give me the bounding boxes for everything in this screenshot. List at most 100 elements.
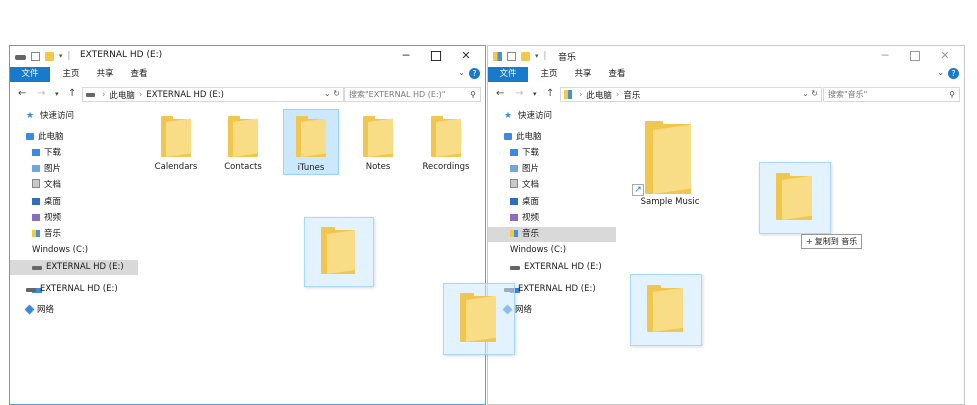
drive-icon <box>32 266 42 270</box>
maximize-button[interactable] <box>900 46 930 66</box>
folder-item-calendars[interactable]: Calendars <box>148 109 204 175</box>
nav-item-downloads[interactable]: 下载 <box>10 146 138 161</box>
breadcrumb-this-pc[interactable]: 此电脑 <box>109 89 135 101</box>
nav-item-label: 视频 <box>522 213 540 223</box>
tab-home[interactable]: 主页 <box>536 67 562 82</box>
forward-arrow-icon[interactable]: → <box>515 88 523 99</box>
close-button[interactable]: ✕ <box>451 46 481 66</box>
customize-toolbar-icon[interactable]: ▾ <box>535 52 539 61</box>
nav-item-label: 桌面 <box>44 197 62 207</box>
close-button[interactable]: ✕ <box>930 46 960 66</box>
nav-item-label: 下载 <box>522 148 540 158</box>
folder-item-itunes[interactable]: iTunes <box>283 109 339 175</box>
nav-item-windows-c[interactable]: Windows (C:) <box>488 243 616 293</box>
nav-item-quick-access[interactable]: ★ 快速访问 <box>488 109 616 124</box>
tab-home[interactable]: 主页 <box>58 67 84 82</box>
help-icon[interactable]: ? <box>469 68 480 79</box>
tab-share[interactable]: 共享 <box>92 67 118 82</box>
tab-share[interactable]: 共享 <box>570 67 596 82</box>
nav-item-videos[interactable]: 视频 <box>10 211 138 226</box>
file-list[interactable]: Calendars Contacts iTunes Notes Recordin… <box>138 109 485 404</box>
documents-icon <box>510 179 518 188</box>
search-input[interactable]: 搜索"EXTERNAL HD (E:)" ⚲ <box>344 87 481 102</box>
customize-toolbar-icon[interactable]: ▾ <box>59 52 63 61</box>
pictures-icon <box>32 165 40 172</box>
drag-ghost-folder <box>630 274 702 346</box>
search-placeholder: 搜索"音乐" <box>828 90 868 99</box>
properties-icon[interactable] <box>507 51 516 61</box>
minimize-button[interactable]: ─ <box>391 46 421 66</box>
folder-icon <box>363 116 393 157</box>
nav-item-documents[interactable]: 文档 <box>10 178 138 193</box>
title-bar[interactable]: ▾ | EXTERNAL HD (E:) ─ ✕ <box>10 46 485 66</box>
drive-icon <box>86 92 95 97</box>
up-arrow-icon[interactable]: ↑ <box>68 88 76 99</box>
help-icon[interactable]: ? <box>948 68 959 79</box>
folder-item-sample-music[interactable]: ↗ Sample Music <box>630 119 710 209</box>
search-input[interactable]: 搜索"音乐" ⚲ <box>823 87 960 102</box>
properties-icon[interactable] <box>31 51 40 61</box>
forward-arrow-icon[interactable]: → <box>37 88 45 99</box>
up-arrow-icon[interactable]: ↑ <box>546 88 554 99</box>
nav-item-label: 网络 <box>37 305 55 315</box>
file-list[interactable]: ↗ Sample Music + 复制到 音乐 <box>616 109 964 404</box>
tab-view[interactable]: 查看 <box>604 67 630 82</box>
nav-item-network[interactable]: 网络 <box>10 303 138 318</box>
explorer-window-music[interactable]: ▾ | 音乐 ─ ✕ 文件 主页 共享 查看 ⌄ ? ← → ▾ ↑ › 此电脑… <box>487 45 965 405</box>
address-bar[interactable]: › 此电脑 › EXTERNAL HD (E:) ⌄ ↻ <box>82 87 344 102</box>
nav-item-downloads[interactable]: 下载 <box>488 146 616 161</box>
breadcrumb-separator: › <box>579 89 583 100</box>
nav-item-music[interactable]: 音乐 <box>10 227 138 242</box>
breadcrumb-current[interactable]: EXTERNAL HD (E:) <box>146 90 224 100</box>
nav-item-windows-c[interactable]: Windows (C:) <box>10 243 138 293</box>
new-folder-icon[interactable] <box>521 51 530 61</box>
search-icon[interactable]: ⚲ <box>949 88 955 101</box>
nav-item-label: 下载 <box>44 148 62 158</box>
nav-item-pictures[interactable]: 图片 <box>10 162 138 177</box>
nav-item-quick-access[interactable]: ★ 快速访问 <box>10 109 138 124</box>
drag-tooltip-text: 复制到 音乐 <box>814 237 858 246</box>
breadcrumb-this-pc[interactable]: 此电脑 <box>586 89 612 101</box>
nav-item-external-hd[interactable]: EXTERNAL HD (E:) <box>10 260 138 275</box>
nav-item-documents[interactable]: 文档 <box>488 178 616 193</box>
recent-locations-icon[interactable]: ▾ <box>55 90 59 98</box>
nav-item-label: Windows (C:) <box>32 245 89 255</box>
nav-item-external-hd[interactable]: EXTERNAL HD (E:) <box>488 260 616 275</box>
maximize-button[interactable] <box>421 46 451 66</box>
expand-ribbon-icon[interactable]: ⌄ <box>458 68 465 79</box>
tab-file[interactable]: 文件 <box>10 67 50 82</box>
quick-access-toolbar: ▾ | <box>493 51 546 61</box>
back-arrow-icon[interactable]: ← <box>496 88 504 99</box>
nav-item-desktop[interactable]: 桌面 <box>488 195 616 210</box>
ribbon-tabs: 文件 主页 共享 查看 ⌄ ? <box>10 66 485 83</box>
nav-item-videos[interactable]: 视频 <box>488 211 616 226</box>
drag-copy-tooltip: + 复制到 音乐 <box>801 234 863 249</box>
new-folder-icon[interactable] <box>45 51 54 61</box>
nav-item-this-pc[interactable]: 此电脑 <box>10 130 138 145</box>
folder-item-contacts[interactable]: Contacts <box>215 109 271 175</box>
recent-locations-icon[interactable]: ▾ <box>533 90 537 98</box>
address-controls[interactable]: ⌄ ↻ <box>324 89 340 98</box>
search-icon[interactable]: ⚲ <box>470 88 476 101</box>
nav-item-music[interactable]: 音乐 <box>488 227 616 242</box>
nav-item-label: 文档 <box>522 180 540 190</box>
explorer-window-external-hd[interactable]: ▾ | EXTERNAL HD (E:) ─ ✕ 文件 主页 共享 查看 ⌄ ?… <box>9 45 486 405</box>
search-placeholder: 搜索"EXTERNAL HD (E:)" <box>349 90 446 99</box>
folder-item-notes[interactable]: Notes <box>350 109 406 175</box>
address-controls[interactable]: ⌄ ↻ <box>802 89 818 98</box>
folder-item-recordings[interactable]: Recordings <box>418 109 474 175</box>
nav-item-external-hd-root[interactable]: EXTERNAL HD (E:) <box>10 282 138 297</box>
expand-ribbon-icon[interactable]: ⌄ <box>937 68 944 79</box>
videos-icon <box>32 214 40 221</box>
breadcrumb-current[interactable]: 音乐 <box>623 89 640 101</box>
drag-ghost-folder <box>443 283 515 355</box>
minimize-button[interactable]: ─ <box>870 46 900 66</box>
nav-item-pictures[interactable]: 图片 <box>488 162 616 177</box>
nav-item-this-pc[interactable]: 此电脑 <box>488 130 616 145</box>
title-bar[interactable]: ▾ | 音乐 ─ ✕ <box>488 46 964 66</box>
nav-item-desktop[interactable]: 桌面 <box>10 195 138 210</box>
tab-file[interactable]: 文件 <box>488 67 528 82</box>
tab-view[interactable]: 查看 <box>126 67 152 82</box>
back-arrow-icon[interactable]: ← <box>18 88 26 99</box>
address-bar[interactable]: › 此电脑 › 音乐 ⌄ ↻ <box>560 87 822 102</box>
